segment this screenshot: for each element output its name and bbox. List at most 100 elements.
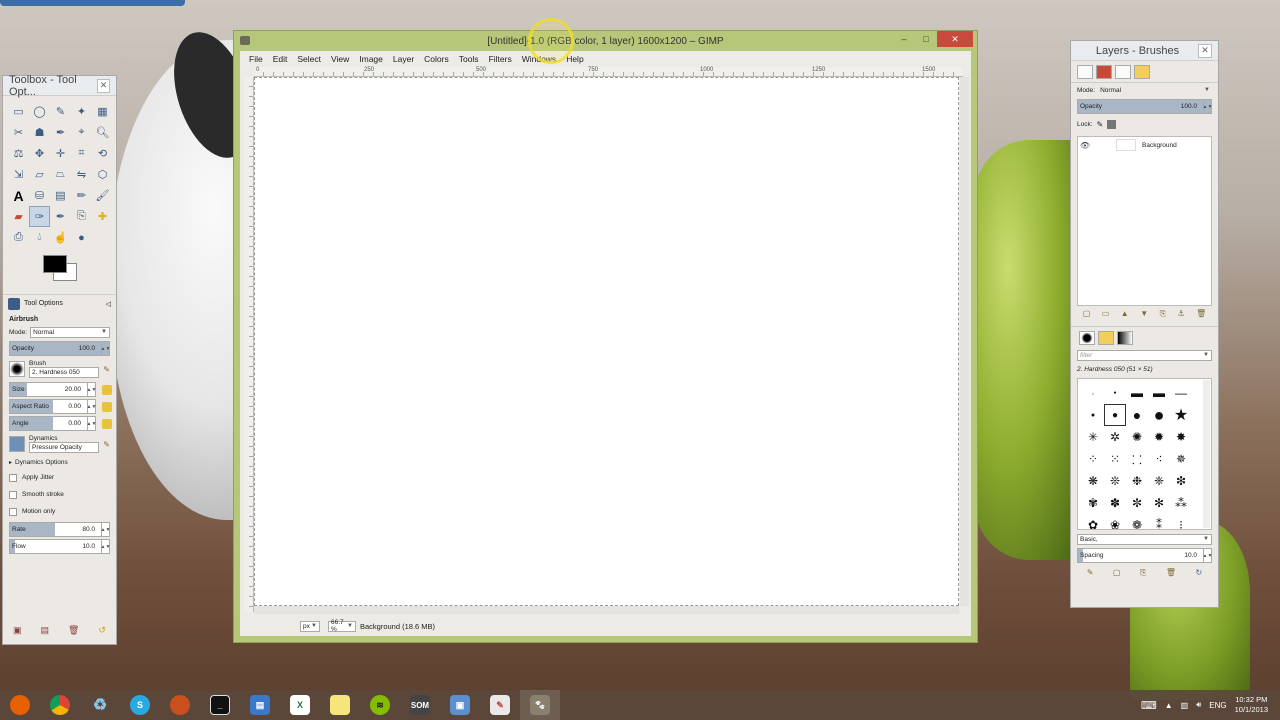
layers-titlebar[interactable]: Layers - Brushes ✕	[1071, 41, 1218, 61]
brush-item[interactable]: ★	[1170, 404, 1192, 426]
brush-item[interactable]: —	[1170, 382, 1192, 404]
brush-scrollbar[interactable]	[1203, 380, 1210, 528]
menu-colors[interactable]: Colors	[419, 54, 454, 64]
move-icon[interactable]: ✥	[29, 143, 50, 164]
taskbar-explorer[interactable]: ▤	[240, 690, 280, 720]
layer-mode-select[interactable]: Normal ▼	[1098, 85, 1212, 96]
brush-item[interactable]: ❇	[1170, 470, 1192, 492]
angle-spinner[interactable]: ▲▼	[87, 417, 96, 430]
rotate-icon[interactable]: ⟲	[92, 143, 113, 164]
brush-item[interactable]: ●	[1082, 404, 1104, 426]
motion-only-box[interactable]	[9, 507, 17, 516]
brush-item[interactable]: ✾	[1082, 492, 1104, 514]
text-icon[interactable]: A	[8, 185, 29, 206]
window-titlebar[interactable]: [Untitled]-1.0 (RGB color, 1 layer) 1600…	[234, 31, 977, 51]
keyboard-icon[interactable]: ⌨	[1141, 699, 1157, 712]
color-picker-icon[interactable]: ⌖	[71, 122, 92, 143]
dynamics-icon[interactable]	[9, 436, 25, 452]
delete-brush-icon[interactable]: 🗑︎	[1166, 568, 1176, 578]
brush-tag-input[interactable]: Basic, ▼	[1077, 533, 1212, 545]
new-group-icon[interactable]: ▭	[1102, 309, 1110, 319]
lower-layer-icon[interactable]: ▼	[1140, 309, 1148, 319]
brush-item[interactable]: ✳	[1082, 426, 1104, 448]
spacing-slider[interactable]: Spacing 10.0 ▲▼	[1077, 548, 1212, 563]
layer-opacity-spinner[interactable]: ▲▼	[1203, 100, 1212, 113]
brush-item[interactable]: ✼	[1126, 492, 1148, 514]
mode-select[interactable]: Normal ▼	[30, 326, 110, 338]
brush-item[interactable]: ●	[1104, 382, 1126, 404]
spacing-spinner[interactable]: ▲▼	[1203, 549, 1212, 562]
measure-icon[interactable]: ⚖	[8, 143, 29, 164]
tab-channels[interactable]	[1096, 64, 1112, 79]
arrow-up-icon[interactable]: ▲	[1165, 701, 1173, 710]
duplicate-brush-icon[interactable]: ⎘	[1140, 568, 1146, 578]
opacity-spinner[interactable]: ▲▼	[101, 342, 110, 355]
brush-item[interactable]: ⁂	[1170, 492, 1192, 514]
brush-item[interactable]: ❁	[1126, 514, 1148, 529]
toolbox-close-button[interactable]: ✕	[97, 78, 110, 93]
lock-alpha-icon[interactable]	[1107, 119, 1117, 129]
rate-slider[interactable]: Rate 80.0 ▲▼	[9, 522, 110, 537]
horizontal-scrollbar[interactable]	[254, 606, 959, 614]
brush-item[interactable]: ✻	[1148, 492, 1170, 514]
paintbrush-icon[interactable]: 🖌︎	[92, 185, 113, 206]
opacity-slider[interactable]: Opacity 100.0 ▲▼	[9, 341, 110, 356]
fg-bg-colors[interactable]	[39, 252, 116, 292]
menu-layer[interactable]: Layer	[388, 54, 419, 64]
taskbar-som[interactable]: SOM	[400, 690, 440, 720]
lock-pixels-icon[interactable]: ✎	[1097, 120, 1104, 129]
brush-item[interactable]: ✺	[1126, 426, 1148, 448]
new-layer-icon[interactable]: ▢	[1083, 309, 1091, 319]
brush-item[interactable]: ⸬	[1126, 448, 1148, 470]
zoom-icon[interactable]: 🔍︎	[92, 122, 113, 143]
apply-jitter-checkbox[interactable]: Apply Jitter	[3, 469, 116, 486]
layer-row-background[interactable]: 👁︎ Background	[1078, 137, 1211, 153]
tab-menu-icon[interactable]: ◁	[106, 300, 111, 308]
airbrush-icon[interactable]: ✑	[29, 206, 50, 227]
reset-angle-icon[interactable]	[102, 419, 112, 429]
taskbar-firefox[interactable]	[0, 690, 40, 720]
brush-item[interactable]: ⁑	[1148, 514, 1170, 529]
brush-item[interactable]: ❉	[1126, 470, 1148, 492]
tab-undo[interactable]	[1134, 64, 1150, 79]
ink-icon[interactable]: ✒	[50, 206, 71, 227]
menu-select[interactable]: Select	[292, 54, 326, 64]
flip-icon[interactable]: ⇋	[71, 164, 92, 185]
brush-item[interactable]: ✹	[1148, 426, 1170, 448]
taskbar-excel[interactable]: X	[280, 690, 320, 720]
perspective-clone-icon[interactable]: ⎙	[8, 227, 29, 248]
anchor-layer-icon[interactable]: ⚓︎	[1177, 309, 1184, 319]
brush-item-selected[interactable]: ●	[1104, 404, 1126, 426]
eraser-icon[interactable]: ▰	[8, 206, 29, 227]
close-button[interactable]: ✕	[937, 31, 973, 47]
reset-aspect-icon[interactable]	[102, 402, 112, 412]
brush-select[interactable]: 2. Hardness 050	[29, 367, 100, 378]
brush-item[interactable]: ❀	[1104, 514, 1126, 529]
menu-file[interactable]: File	[244, 54, 268, 64]
free-select-icon[interactable]: ✎	[50, 101, 71, 122]
tab-gradients[interactable]	[1117, 330, 1133, 345]
refresh-brushes-icon[interactable]: ↻	[1196, 568, 1203, 578]
menu-filters[interactable]: Filters	[484, 54, 517, 64]
bucket-fill-icon[interactable]: ⛁	[29, 185, 50, 206]
maximize-button[interactable]: □	[915, 31, 937, 47]
brush-item[interactable]: ⁙	[1104, 448, 1126, 470]
minimize-button[interactable]: –	[893, 31, 915, 47]
taskbar-recycle[interactable]: ♻	[80, 690, 120, 720]
clone-icon[interactable]: ⎘	[71, 206, 92, 227]
brush-item[interactable]: ✿	[1082, 514, 1104, 529]
edit-dynamics-icon[interactable]: ✎	[103, 440, 110, 449]
taskbar-skype[interactable]: S	[120, 690, 160, 720]
brush-item[interactable]: ⁘	[1082, 448, 1104, 470]
horizontal-ruler[interactable]: 0 250 500 750 1000 1250 1500	[254, 67, 963, 77]
foreground-color-swatch[interactable]	[43, 255, 67, 273]
crop-icon[interactable]: ⌗	[71, 143, 92, 164]
brush-item[interactable]: ✽	[1104, 492, 1126, 514]
network-icon[interactable]: ▥	[1181, 701, 1189, 710]
brush-item[interactable]: •	[1082, 382, 1104, 404]
brush-item[interactable]: ❋	[1082, 470, 1104, 492]
size-slider[interactable]: Size 20.00 ▲▼	[9, 382, 112, 397]
brush-preview-icon[interactable]	[9, 361, 25, 377]
blur-icon[interactable]: 💧︎	[29, 227, 50, 248]
smudge-icon[interactable]: ☝	[50, 227, 71, 248]
